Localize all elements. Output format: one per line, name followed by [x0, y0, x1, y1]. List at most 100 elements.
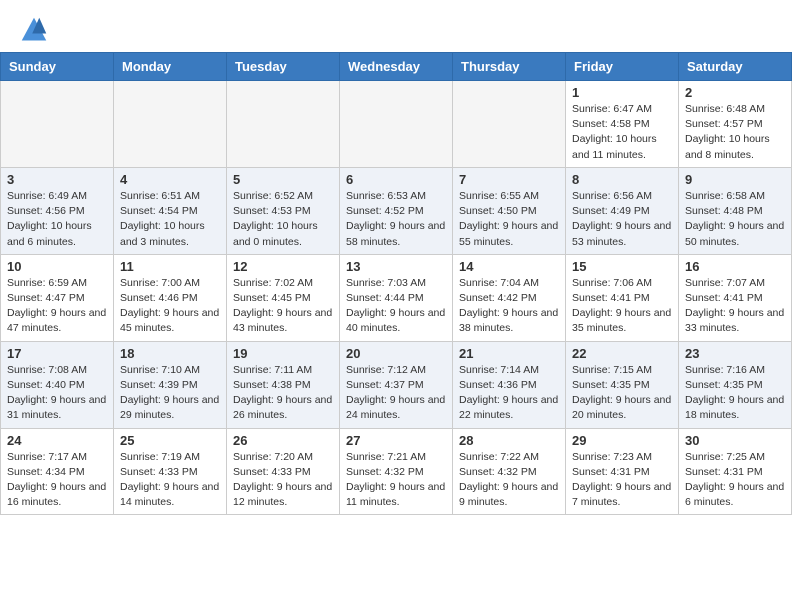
day-info: Sunrise: 6:59 AM Sunset: 4:47 PM Dayligh…	[7, 276, 107, 337]
day-number: 14	[459, 259, 559, 274]
calendar: SundayMondayTuesdayWednesdayThursdayFrid…	[0, 52, 792, 515]
calendar-header-row: SundayMondayTuesdayWednesdayThursdayFrid…	[1, 53, 792, 81]
week-row-2: 3 Sunrise: 6:49 AM Sunset: 4:56 PM Daylig…	[1, 167, 792, 254]
calendar-cell: 8 Sunrise: 6:56 AM Sunset: 4:49 PM Daylig…	[566, 167, 679, 254]
calendar-cell: 2 Sunrise: 6:48 AM Sunset: 4:57 PM Daylig…	[679, 81, 792, 168]
calendar-cell: 22 Sunrise: 7:15 AM Sunset: 4:35 PM Dayli…	[566, 341, 679, 428]
day-number: 23	[685, 346, 785, 361]
calendar-cell: 24 Sunrise: 7:17 AM Sunset: 4:34 PM Dayli…	[1, 428, 114, 515]
day-number: 24	[7, 433, 107, 448]
header	[0, 0, 792, 52]
header-tuesday: Tuesday	[227, 53, 340, 81]
day-number: 19	[233, 346, 333, 361]
header-saturday: Saturday	[679, 53, 792, 81]
day-info: Sunrise: 7:16 AM Sunset: 4:35 PM Dayligh…	[685, 363, 785, 424]
day-info: Sunrise: 7:22 AM Sunset: 4:32 PM Dayligh…	[459, 450, 559, 511]
header-thursday: Thursday	[453, 53, 566, 81]
calendar-cell	[227, 81, 340, 168]
day-number: 26	[233, 433, 333, 448]
day-info: Sunrise: 6:58 AM Sunset: 4:48 PM Dayligh…	[685, 189, 785, 250]
calendar-cell: 26 Sunrise: 7:20 AM Sunset: 4:33 PM Dayli…	[227, 428, 340, 515]
day-info: Sunrise: 7:04 AM Sunset: 4:42 PM Dayligh…	[459, 276, 559, 337]
header-sunday: Sunday	[1, 53, 114, 81]
calendar-cell: 28 Sunrise: 7:22 AM Sunset: 4:32 PM Dayli…	[453, 428, 566, 515]
calendar-cell: 29 Sunrise: 7:23 AM Sunset: 4:31 PM Dayli…	[566, 428, 679, 515]
logo-icon	[20, 16, 48, 44]
day-info: Sunrise: 7:11 AM Sunset: 4:38 PM Dayligh…	[233, 363, 333, 424]
day-info: Sunrise: 6:51 AM Sunset: 4:54 PM Dayligh…	[120, 189, 220, 250]
day-number: 18	[120, 346, 220, 361]
header-monday: Monday	[114, 53, 227, 81]
day-number: 3	[7, 172, 107, 187]
day-number: 11	[120, 259, 220, 274]
calendar-cell: 12 Sunrise: 7:02 AM Sunset: 4:45 PM Dayli…	[227, 254, 340, 341]
day-info: Sunrise: 7:14 AM Sunset: 4:36 PM Dayligh…	[459, 363, 559, 424]
day-info: Sunrise: 6:55 AM Sunset: 4:50 PM Dayligh…	[459, 189, 559, 250]
header-friday: Friday	[566, 53, 679, 81]
day-info: Sunrise: 6:49 AM Sunset: 4:56 PM Dayligh…	[7, 189, 107, 250]
calendar-cell	[114, 81, 227, 168]
day-info: Sunrise: 7:06 AM Sunset: 4:41 PM Dayligh…	[572, 276, 672, 337]
calendar-cell: 11 Sunrise: 7:00 AM Sunset: 4:46 PM Dayli…	[114, 254, 227, 341]
day-info: Sunrise: 7:23 AM Sunset: 4:31 PM Dayligh…	[572, 450, 672, 511]
day-number: 7	[459, 172, 559, 187]
day-info: Sunrise: 6:52 AM Sunset: 4:53 PM Dayligh…	[233, 189, 333, 250]
day-info: Sunrise: 7:00 AM Sunset: 4:46 PM Dayligh…	[120, 276, 220, 337]
calendar-cell: 3 Sunrise: 6:49 AM Sunset: 4:56 PM Daylig…	[1, 167, 114, 254]
day-number: 29	[572, 433, 672, 448]
calendar-cell: 23 Sunrise: 7:16 AM Sunset: 4:35 PM Dayli…	[679, 341, 792, 428]
page-container: SundayMondayTuesdayWednesdayThursdayFrid…	[0, 0, 792, 515]
day-info: Sunrise: 7:17 AM Sunset: 4:34 PM Dayligh…	[7, 450, 107, 511]
day-number: 10	[7, 259, 107, 274]
calendar-cell: 4 Sunrise: 6:51 AM Sunset: 4:54 PM Daylig…	[114, 167, 227, 254]
calendar-cell: 20Sunrise: 7:12 AM Sunset: 4:37 PM Dayli…	[340, 341, 453, 428]
day-number: 5	[233, 172, 333, 187]
day-info: Sunrise: 7:19 AM Sunset: 4:33 PM Dayligh…	[120, 450, 220, 511]
day-info: Sunrise: 6:56 AM Sunset: 4:49 PM Dayligh…	[572, 189, 672, 250]
day-number: 28	[459, 433, 559, 448]
calendar-cell: 18Sunrise: 7:10 AM Sunset: 4:39 PM Dayli…	[114, 341, 227, 428]
week-row-1: 1 Sunrise: 6:47 AM Sunset: 4:58 PM Daylig…	[1, 81, 792, 168]
day-number: 20	[346, 346, 446, 361]
day-info: Sunrise: 7:21 AM Sunset: 4:32 PM Dayligh…	[346, 450, 446, 511]
calendar-cell: 10 Sunrise: 6:59 AM Sunset: 4:47 PM Dayli…	[1, 254, 114, 341]
day-number: 12	[233, 259, 333, 274]
day-number: 8	[572, 172, 672, 187]
day-number: 13	[346, 259, 446, 274]
calendar-cell: 14 Sunrise: 7:04 AM Sunset: 4:42 PM Dayli…	[453, 254, 566, 341]
day-number: 9	[685, 172, 785, 187]
day-number: 6	[346, 172, 446, 187]
day-number: 15	[572, 259, 672, 274]
day-info: Sunrise: 7:15 AM Sunset: 4:35 PM Dayligh…	[572, 363, 672, 424]
week-row-4: 17Sunrise: 7:08 AM Sunset: 4:40 PM Dayli…	[1, 341, 792, 428]
calendar-cell	[340, 81, 453, 168]
day-info: Sunrise: 6:48 AM Sunset: 4:57 PM Dayligh…	[685, 102, 785, 163]
day-info: Sunrise: 7:02 AM Sunset: 4:45 PM Dayligh…	[233, 276, 333, 337]
calendar-cell: 16Sunrise: 7:07 AM Sunset: 4:41 PM Dayli…	[679, 254, 792, 341]
calendar-cell: 15 Sunrise: 7:06 AM Sunset: 4:41 PM Dayli…	[566, 254, 679, 341]
calendar-cell: 19 Sunrise: 7:11 AM Sunset: 4:38 PM Dayli…	[227, 341, 340, 428]
day-number: 22	[572, 346, 672, 361]
calendar-cell: 9 Sunrise: 6:58 AM Sunset: 4:48 PM Daylig…	[679, 167, 792, 254]
calendar-cell	[1, 81, 114, 168]
day-number: 4	[120, 172, 220, 187]
day-info: Sunrise: 7:25 AM Sunset: 4:31 PM Dayligh…	[685, 450, 785, 511]
day-info: Sunrise: 6:47 AM Sunset: 4:58 PM Dayligh…	[572, 102, 672, 163]
day-number: 2	[685, 85, 785, 100]
calendar-cell: 25Sunrise: 7:19 AM Sunset: 4:33 PM Dayli…	[114, 428, 227, 515]
week-row-3: 10 Sunrise: 6:59 AM Sunset: 4:47 PM Dayli…	[1, 254, 792, 341]
week-row-5: 24 Sunrise: 7:17 AM Sunset: 4:34 PM Dayli…	[1, 428, 792, 515]
day-info: Sunrise: 7:20 AM Sunset: 4:33 PM Dayligh…	[233, 450, 333, 511]
calendar-cell: 17Sunrise: 7:08 AM Sunset: 4:40 PM Dayli…	[1, 341, 114, 428]
day-info: Sunrise: 7:08 AM Sunset: 4:40 PM Dayligh…	[7, 363, 107, 424]
calendar-cell: 1 Sunrise: 6:47 AM Sunset: 4:58 PM Daylig…	[566, 81, 679, 168]
day-number: 16	[685, 259, 785, 274]
day-number: 21	[459, 346, 559, 361]
calendar-cell: 5 Sunrise: 6:52 AM Sunset: 4:53 PM Daylig…	[227, 167, 340, 254]
day-number: 30	[685, 433, 785, 448]
calendar-cell: 21 Sunrise: 7:14 AM Sunset: 4:36 PM Dayli…	[453, 341, 566, 428]
day-info: Sunrise: 7:03 AM Sunset: 4:44 PM Dayligh…	[346, 276, 446, 337]
day-number: 27	[346, 433, 446, 448]
day-number: 1	[572, 85, 672, 100]
header-wednesday: Wednesday	[340, 53, 453, 81]
